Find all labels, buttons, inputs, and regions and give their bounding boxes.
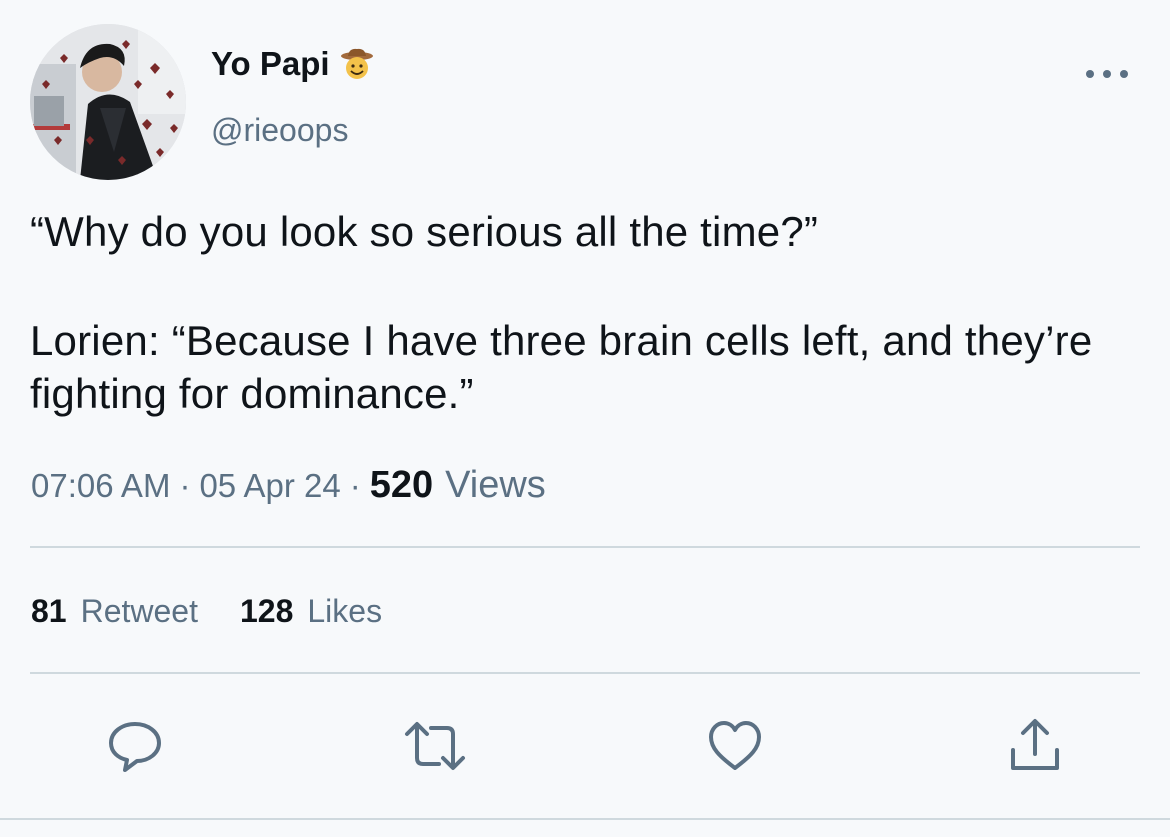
tweet-time: 07:06 AM <box>31 467 171 504</box>
tweet-line-question: “Why do you look so serious all the time… <box>30 208 819 255</box>
more-dot <box>1120 70 1128 78</box>
retweets-count[interactable]: 81 <box>31 593 67 630</box>
tweet-meta: 07:06 AM · 05 Apr 24 · 520 Views <box>31 464 546 507</box>
likes-label[interactable]: Likes <box>307 593 382 630</box>
retweet-button[interactable] <box>403 714 467 778</box>
retweets-label[interactable]: Retweet <box>81 593 198 630</box>
views-count: 520 <box>369 464 434 506</box>
tweet-card: Yo Papi @rieoops “Why do you look so ser… <box>0 0 1170 837</box>
likes-count[interactable]: 128 <box>240 593 293 630</box>
more-options-icon[interactable] <box>1086 62 1128 86</box>
engagement-stats: 81 Retweet 128 Likes <box>31 593 382 630</box>
more-dot <box>1103 70 1111 78</box>
divider <box>0 818 1170 820</box>
meta-separator: · <box>349 467 361 504</box>
tweet-text: “Why do you look so serious all the time… <box>30 205 1130 420</box>
user-handle[interactable]: @rieoops <box>211 112 348 149</box>
more-dot <box>1086 70 1094 78</box>
divider <box>30 672 1140 674</box>
tweet-date: 05 Apr 24 <box>199 467 341 504</box>
display-name[interactable]: Yo Papi <box>211 45 330 83</box>
tweet-line-answer: Lorien: “Because I have three brain cell… <box>30 317 1093 417</box>
reply-button[interactable] <box>103 714 167 778</box>
cowboy-emoji-icon <box>340 47 374 81</box>
retweet-icon <box>405 722 465 770</box>
views-label: Views <box>445 464 546 506</box>
reply-icon <box>109 722 161 772</box>
display-name-row: Yo Papi <box>211 45 374 83</box>
like-button[interactable] <box>703 714 767 778</box>
meta-separator: · <box>179 467 191 504</box>
share-icon <box>1011 719 1059 770</box>
divider <box>30 546 1140 548</box>
avatar[interactable] <box>30 24 186 180</box>
heart-icon <box>709 721 761 770</box>
share-button[interactable] <box>1003 714 1067 778</box>
